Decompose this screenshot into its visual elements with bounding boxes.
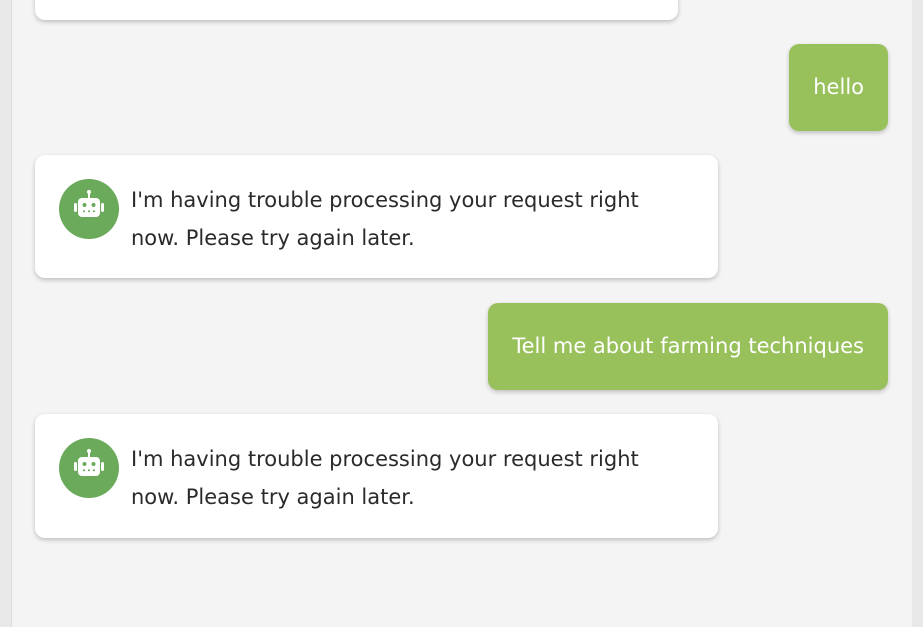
robot-icon: [74, 190, 104, 217]
bot-message: I'm having trouble processing your reque…: [35, 155, 718, 278]
bot-message-text: I'm having trouble processing your reque…: [131, 447, 639, 509]
bot-avatar: [59, 438, 119, 498]
user-message: hello: [789, 44, 888, 131]
bot-message: I'm having trouble processing your reque…: [35, 414, 718, 538]
bot-message-text: I'm having trouble processing your reque…: [131, 188, 639, 250]
bot-avatar: [59, 179, 119, 239]
robot-icon: [74, 449, 104, 476]
user-message-text: hello: [813, 75, 864, 99]
bot-message-partial: [35, 0, 678, 20]
user-message-text: Tell me about farming techniques: [512, 334, 864, 358]
user-message: Tell me about farming techniques: [488, 303, 888, 390]
chat-panel[interactable]: hello I'm having trouble processing your…: [11, 0, 912, 627]
